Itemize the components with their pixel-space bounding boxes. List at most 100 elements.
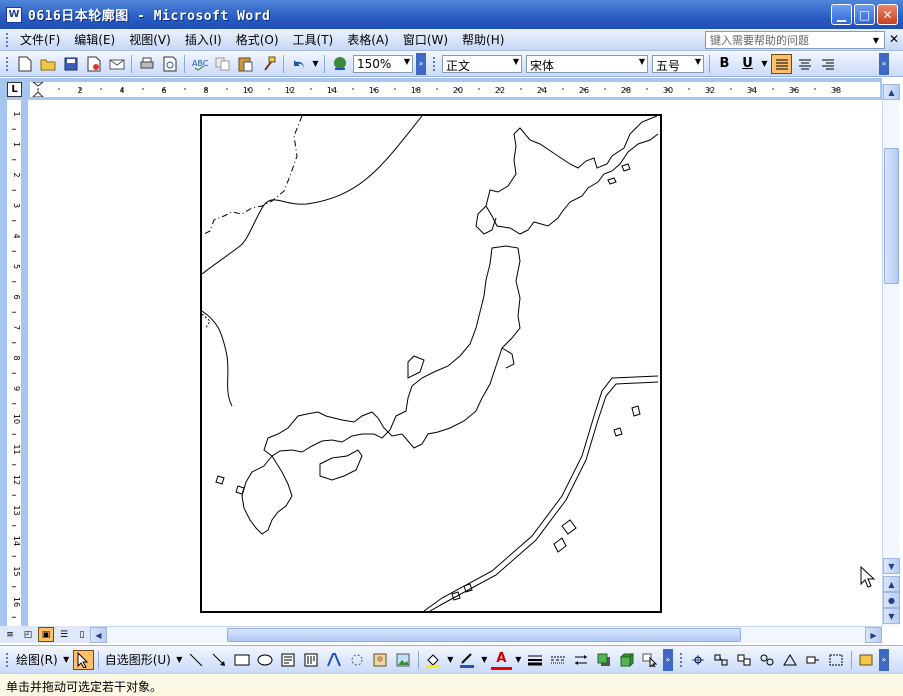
wordart-icon[interactable] [324, 650, 345, 670]
canvas-tool-1-icon[interactable] [688, 650, 709, 670]
document-canvas[interactable] [28, 100, 882, 626]
canvas-fit-icon[interactable] [856, 650, 877, 670]
menu-insert[interactable]: 插入(I) [178, 29, 229, 50]
scroll-right-icon[interactable]: ▶ [865, 627, 882, 643]
email-icon[interactable] [106, 54, 127, 74]
previous-page-icon[interactable]: ▲ [883, 576, 900, 592]
clip-art-icon[interactable] [370, 650, 391, 670]
underline-dropdown-icon[interactable]: ▼ [760, 54, 769, 74]
print-icon[interactable] [136, 54, 157, 74]
help-dropdown-icon[interactable]: ▼ [869, 33, 883, 47]
fill-color-icon[interactable] [423, 650, 444, 670]
font-dropdown-icon[interactable]: ▼ [639, 57, 645, 66]
draw-dropdown-icon[interactable]: ▼ [62, 650, 71, 670]
help-search-input[interactable]: 键入需要帮助的问题 ▼ [705, 31, 885, 49]
japan-outline-map[interactable] [200, 114, 662, 613]
open-folder-icon[interactable] [37, 54, 58, 74]
style-combo[interactable]: 正文 ▼ [442, 54, 522, 73]
font-size-combo[interactable]: 五号 ▼ [652, 54, 704, 73]
normal-view-icon[interactable]: ≡ [2, 627, 18, 642]
hyperlink-icon[interactable] [329, 54, 350, 74]
canvas-options-chevron-icon[interactable]: » [878, 648, 889, 671]
align-center-button[interactable] [794, 54, 815, 74]
line-tool-icon[interactable] [186, 650, 207, 670]
horizontal-ruler[interactable]: 2 4 6 8 10 12 14 16 18 20 22 24 26 28 30 32 34 36 38 [30, 81, 880, 98]
align-right-button[interactable] [817, 54, 838, 74]
menu-format[interactable]: 格式(O) [229, 29, 286, 50]
insert-picture-icon[interactable] [393, 650, 414, 670]
minimize-button[interactable]: ▁ [831, 4, 852, 25]
paste-icon[interactable] [235, 54, 256, 74]
dash-style-icon[interactable] [548, 650, 569, 670]
rectangle-tool-icon[interactable] [232, 650, 253, 670]
canvas-tool-2-icon[interactable] [711, 650, 732, 670]
fill-color-dropdown-icon[interactable]: ▼ [446, 650, 455, 670]
permission-icon[interactable] [83, 54, 104, 74]
shadow-style-icon[interactable] [594, 650, 615, 670]
draw-menu-button[interactable]: 绘图(R) [13, 651, 61, 668]
font-combo[interactable]: 宋体 ▼ [526, 54, 648, 73]
arrow-tool-icon[interactable] [209, 650, 230, 670]
line-color-dropdown-icon[interactable]: ▼ [480, 650, 489, 670]
web-layout-view-icon[interactable]: ◰ [20, 627, 36, 642]
arrow-style-icon[interactable] [571, 650, 592, 670]
zoom-dropdown-icon[interactable]: ▼ [404, 57, 410, 66]
close-button[interactable]: ✕ [877, 4, 898, 25]
align-justify-button[interactable] [771, 53, 792, 74]
formatting-toolbar-grip[interactable] [433, 56, 436, 71]
autoshapes-menu-button[interactable]: 自选图形(U) [102, 651, 174, 668]
menu-view[interactable]: 视图(V) [122, 29, 178, 50]
text-box-icon[interactable] [278, 650, 299, 670]
menubar-grip[interactable] [6, 32, 9, 47]
autoshapes-dropdown-icon[interactable]: ▼ [175, 650, 184, 670]
menu-table[interactable]: 表格(A) [340, 29, 396, 50]
canvas-tool-3-icon[interactable] [734, 650, 755, 670]
font-color-dropdown-icon[interactable]: ▼ [514, 650, 523, 670]
drawing-options-chevron-icon[interactable]: » [662, 648, 673, 671]
canvas-toolbar-grip[interactable] [679, 652, 683, 667]
new-document-icon[interactable] [14, 54, 35, 74]
canvas-tool-4-icon[interactable] [757, 650, 778, 670]
vertical-scrollbar[interactable]: ▲ ▼ ▲ ● ▼ [882, 84, 900, 626]
menu-tools[interactable]: 工具(T) [286, 29, 341, 50]
scroll-left-icon[interactable]: ◀ [90, 627, 107, 643]
format-painter-icon[interactable] [258, 54, 279, 74]
next-page-icon[interactable]: ▼ [883, 608, 900, 624]
style-dropdown-icon[interactable]: ▼ [513, 57, 519, 66]
document-close-icon[interactable]: ✕ [889, 32, 899, 46]
save-icon[interactable] [60, 54, 81, 74]
maximize-button[interactable]: □ [854, 4, 875, 25]
font-color-icon[interactable]: A [490, 650, 512, 670]
zoom-combo[interactable]: 150% ▼ [353, 54, 413, 73]
3d-style-icon[interactable] [617, 650, 638, 670]
menu-window[interactable]: 窗口(W) [396, 29, 455, 50]
print-preview-icon[interactable] [159, 54, 180, 74]
vertical-ruler[interactable]: 11234567891011121314151617 [7, 100, 21, 649]
underline-button[interactable]: U [737, 54, 758, 74]
reading-layout-view-icon[interactable]: ▯ [74, 627, 90, 642]
horizontal-scrollbar[interactable]: ◀ ▶ [90, 626, 882, 643]
select-multiple-objects-icon[interactable] [640, 650, 661, 670]
toolbar-options-chevron-icon[interactable]: » [416, 52, 426, 75]
vertical-text-box-icon[interactable] [301, 650, 322, 670]
tab-stop-selector[interactable]: L [7, 82, 22, 97]
canvas-tool-6-icon[interactable] [803, 650, 824, 670]
bold-button[interactable]: B [714, 54, 735, 74]
scroll-up-icon[interactable]: ▲ [883, 84, 900, 100]
undo-icon[interactable] [288, 54, 309, 74]
canvas-tool-5-icon[interactable] [780, 650, 801, 670]
select-browse-object-icon[interactable]: ● [883, 592, 900, 608]
menu-edit[interactable]: 编辑(E) [67, 29, 122, 50]
spelling-icon[interactable]: ABC [189, 54, 210, 74]
print-layout-view-icon[interactable]: ▣ [38, 627, 54, 642]
font-size-dropdown-icon[interactable]: ▼ [695, 57, 701, 66]
line-color-icon[interactable] [457, 650, 478, 670]
menu-help[interactable]: 帮助(H) [455, 29, 511, 50]
toolbar-grip[interactable] [6, 56, 9, 71]
horizontal-scroll-thumb[interactable] [227, 628, 741, 642]
line-style-icon[interactable] [525, 650, 546, 670]
oval-tool-icon[interactable] [255, 650, 276, 670]
vertical-scroll-thumb[interactable] [884, 148, 899, 284]
select-objects-icon[interactable] [72, 649, 94, 670]
undo-dropdown-icon[interactable]: ▼ [311, 54, 320, 74]
